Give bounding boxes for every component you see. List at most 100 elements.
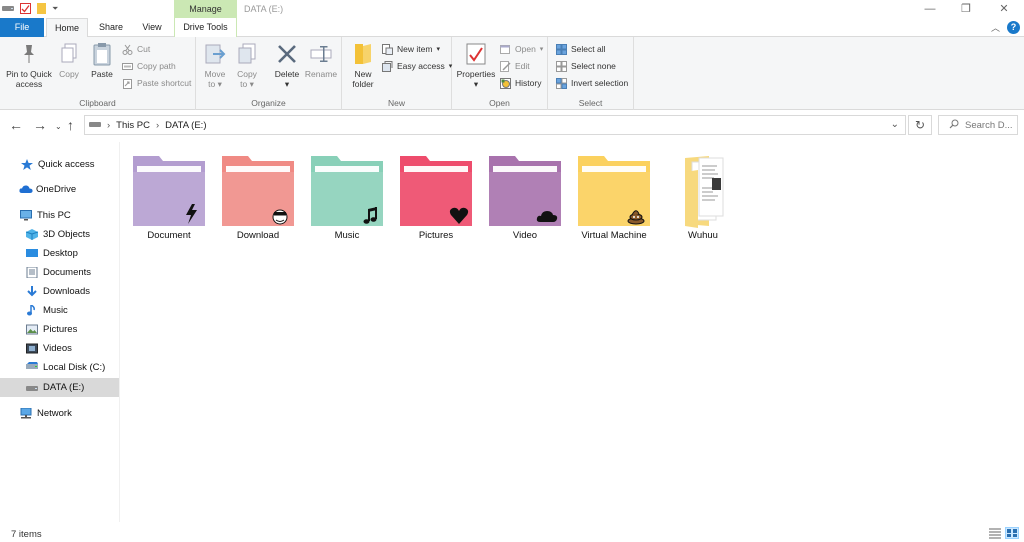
large-icons-view-icon[interactable] bbox=[1005, 527, 1019, 539]
paste-button[interactable]: Paste bbox=[88, 41, 116, 79]
folder-item-wuhuu[interactable]: Wuhuu bbox=[661, 152, 745, 241]
move-to-label-2: to bbox=[208, 79, 216, 89]
nav-item-onedrive[interactable]: OneDrive bbox=[0, 180, 119, 199]
delete-button[interactable]: Delete ▾ bbox=[272, 41, 302, 89]
select-group: Select all Select none Invert selection … bbox=[548, 37, 634, 110]
breadcrumb-data-e[interactable]: DATA (E:) bbox=[165, 120, 206, 131]
videos-icon bbox=[26, 343, 38, 354]
folder-item-video[interactable]: Video bbox=[483, 152, 567, 241]
folder-item-music[interactable]: Music bbox=[305, 152, 389, 241]
rename-icon bbox=[309, 41, 333, 67]
drive-icon bbox=[26, 362, 38, 373]
new-group-label: New bbox=[387, 98, 405, 108]
new-folder-label: New bbox=[354, 69, 372, 79]
nav-item-music[interactable]: Music bbox=[0, 301, 119, 320]
refresh-icon[interactable]: ↻ bbox=[908, 115, 932, 135]
drive-icon bbox=[89, 120, 101, 131]
history-button[interactable]: History bbox=[500, 76, 541, 90]
collapse-ribbon-icon[interactable]: ︿ bbox=[991, 21, 1000, 34]
move-to-button[interactable]: Move to ▾ bbox=[202, 41, 228, 89]
new-item-button[interactable]: New item ▾ bbox=[382, 42, 440, 56]
invert-selection-icon bbox=[556, 77, 567, 89]
navigation-pane: Quick access OneDrive This PC 3D Objects… bbox=[0, 142, 120, 522]
nav-item-documents[interactable]: Documents bbox=[0, 263, 119, 282]
nav-item-3d-objects[interactable]: 3D Objects bbox=[0, 225, 119, 244]
copy-to-icon bbox=[235, 41, 259, 67]
recent-locations-icon[interactable]: ⌄ bbox=[55, 119, 62, 135]
folder-icon bbox=[311, 156, 383, 226]
select-all-icon bbox=[556, 43, 567, 55]
nav-item-network[interactable]: Network bbox=[0, 404, 119, 423]
quick-access-toolbar: ⏷ bbox=[2, 2, 58, 16]
nav-item-downloads[interactable]: Downloads bbox=[0, 282, 119, 301]
folder-icon bbox=[578, 156, 650, 226]
breadcrumb-separator-icon: › bbox=[107, 119, 111, 131]
properties-check-icon[interactable] bbox=[20, 2, 31, 16]
open-group-label: Open bbox=[489, 98, 510, 108]
copy-button[interactable]: Copy bbox=[56, 41, 82, 79]
nav-item-this-pc[interactable]: This PC bbox=[0, 206, 119, 225]
restore-icon[interactable]: ❐ bbox=[948, 0, 984, 18]
rename-button[interactable]: Rename bbox=[304, 41, 338, 79]
paste-shortcut-button[interactable]: Paste shortcut bbox=[122, 76, 191, 90]
nav-item-pictures[interactable]: Pictures bbox=[0, 320, 119, 339]
copy-icon bbox=[57, 41, 81, 67]
easy-access-icon bbox=[382, 60, 393, 72]
search-icon bbox=[949, 119, 959, 132]
copy-path-button[interactable]: Copy path bbox=[122, 59, 176, 73]
forward-arrow-icon[interactable]: → bbox=[33, 117, 47, 133]
minimize-icon[interactable]: — bbox=[912, 0, 948, 18]
select-all-button[interactable]: Select all bbox=[556, 42, 606, 56]
paste-icon bbox=[90, 41, 114, 67]
folder-item-document[interactable]: Document bbox=[127, 152, 211, 241]
folder-item-virtual-machine[interactable]: Virtual Machine bbox=[572, 152, 656, 241]
pictures-icon bbox=[26, 324, 38, 335]
details-view-icon[interactable] bbox=[988, 527, 1002, 539]
nav-item-quick-access[interactable]: Quick access bbox=[0, 155, 119, 174]
folder-item-pictures[interactable]: Pictures bbox=[394, 152, 478, 241]
pin-label-1: Pin to Quick bbox=[6, 69, 52, 79]
nav-label: This PC bbox=[37, 210, 71, 221]
help-icon[interactable]: ? bbox=[1007, 21, 1020, 34]
select-none-button[interactable]: Select none bbox=[556, 59, 616, 73]
tab-drive-tools[interactable]: Drive Tools bbox=[174, 18, 237, 37]
easy-access-button[interactable]: Easy access ▾ bbox=[382, 59, 452, 73]
nav-label: OneDrive bbox=[36, 184, 77, 195]
tab-home[interactable]: Home bbox=[46, 18, 88, 38]
qat-customize-icon[interactable]: ⏷ bbox=[52, 4, 58, 14]
address-dropdown-icon[interactable]: ⌄ bbox=[891, 119, 899, 130]
up-arrow-icon[interactable]: ↑ bbox=[67, 117, 74, 133]
nav-item-desktop[interactable]: Desktop bbox=[0, 244, 119, 263]
pin-icon bbox=[17, 41, 41, 67]
item-count: 7 items bbox=[11, 529, 42, 540]
tab-file[interactable]: File bbox=[0, 18, 44, 37]
move-to-label: Move bbox=[204, 69, 226, 79]
invert-selection-button[interactable]: Invert selection bbox=[556, 76, 628, 90]
search-box[interactable]: Search D... bbox=[938, 115, 1018, 135]
new-folder-button[interactable]: New folder bbox=[346, 41, 380, 89]
pin-quick-access-button[interactable]: Pin to Quick access bbox=[4, 41, 54, 89]
tab-view[interactable]: View bbox=[134, 18, 170, 37]
manage-context-header: Manage bbox=[174, 0, 237, 18]
open-button[interactable]: Open ▾ bbox=[500, 42, 543, 56]
folder-icon bbox=[685, 156, 724, 228]
folder-icon bbox=[400, 156, 472, 226]
cut-button[interactable]: Cut bbox=[122, 42, 150, 56]
close-icon[interactable]: ✕ bbox=[986, 0, 1022, 18]
nav-item-videos[interactable]: Videos bbox=[0, 339, 119, 358]
folder-item-download[interactable]: Download bbox=[216, 152, 300, 241]
address-bar[interactable]: › This PC › DATA (E:) ⌄ bbox=[84, 115, 906, 135]
breadcrumb-this-pc[interactable]: This PC bbox=[116, 120, 150, 131]
nav-item-local-disk-c[interactable]: Local Disk (C:) bbox=[0, 358, 119, 377]
new-folder-icon[interactable] bbox=[37, 2, 46, 16]
nav-item-data-e[interactable]: DATA (E:) bbox=[0, 378, 119, 397]
back-arrow-icon[interactable]: ← bbox=[9, 117, 23, 133]
copy-to-button[interactable]: Copy to ▾ bbox=[234, 41, 260, 89]
tab-share[interactable]: Share bbox=[90, 18, 132, 37]
face-icon bbox=[272, 209, 288, 225]
delete-x-icon bbox=[275, 41, 299, 67]
edit-button[interactable]: Edit bbox=[500, 59, 530, 73]
properties-button[interactable]: Properties ▾ bbox=[454, 41, 498, 89]
open-icon bbox=[500, 44, 511, 55]
star-icon bbox=[21, 159, 33, 170]
